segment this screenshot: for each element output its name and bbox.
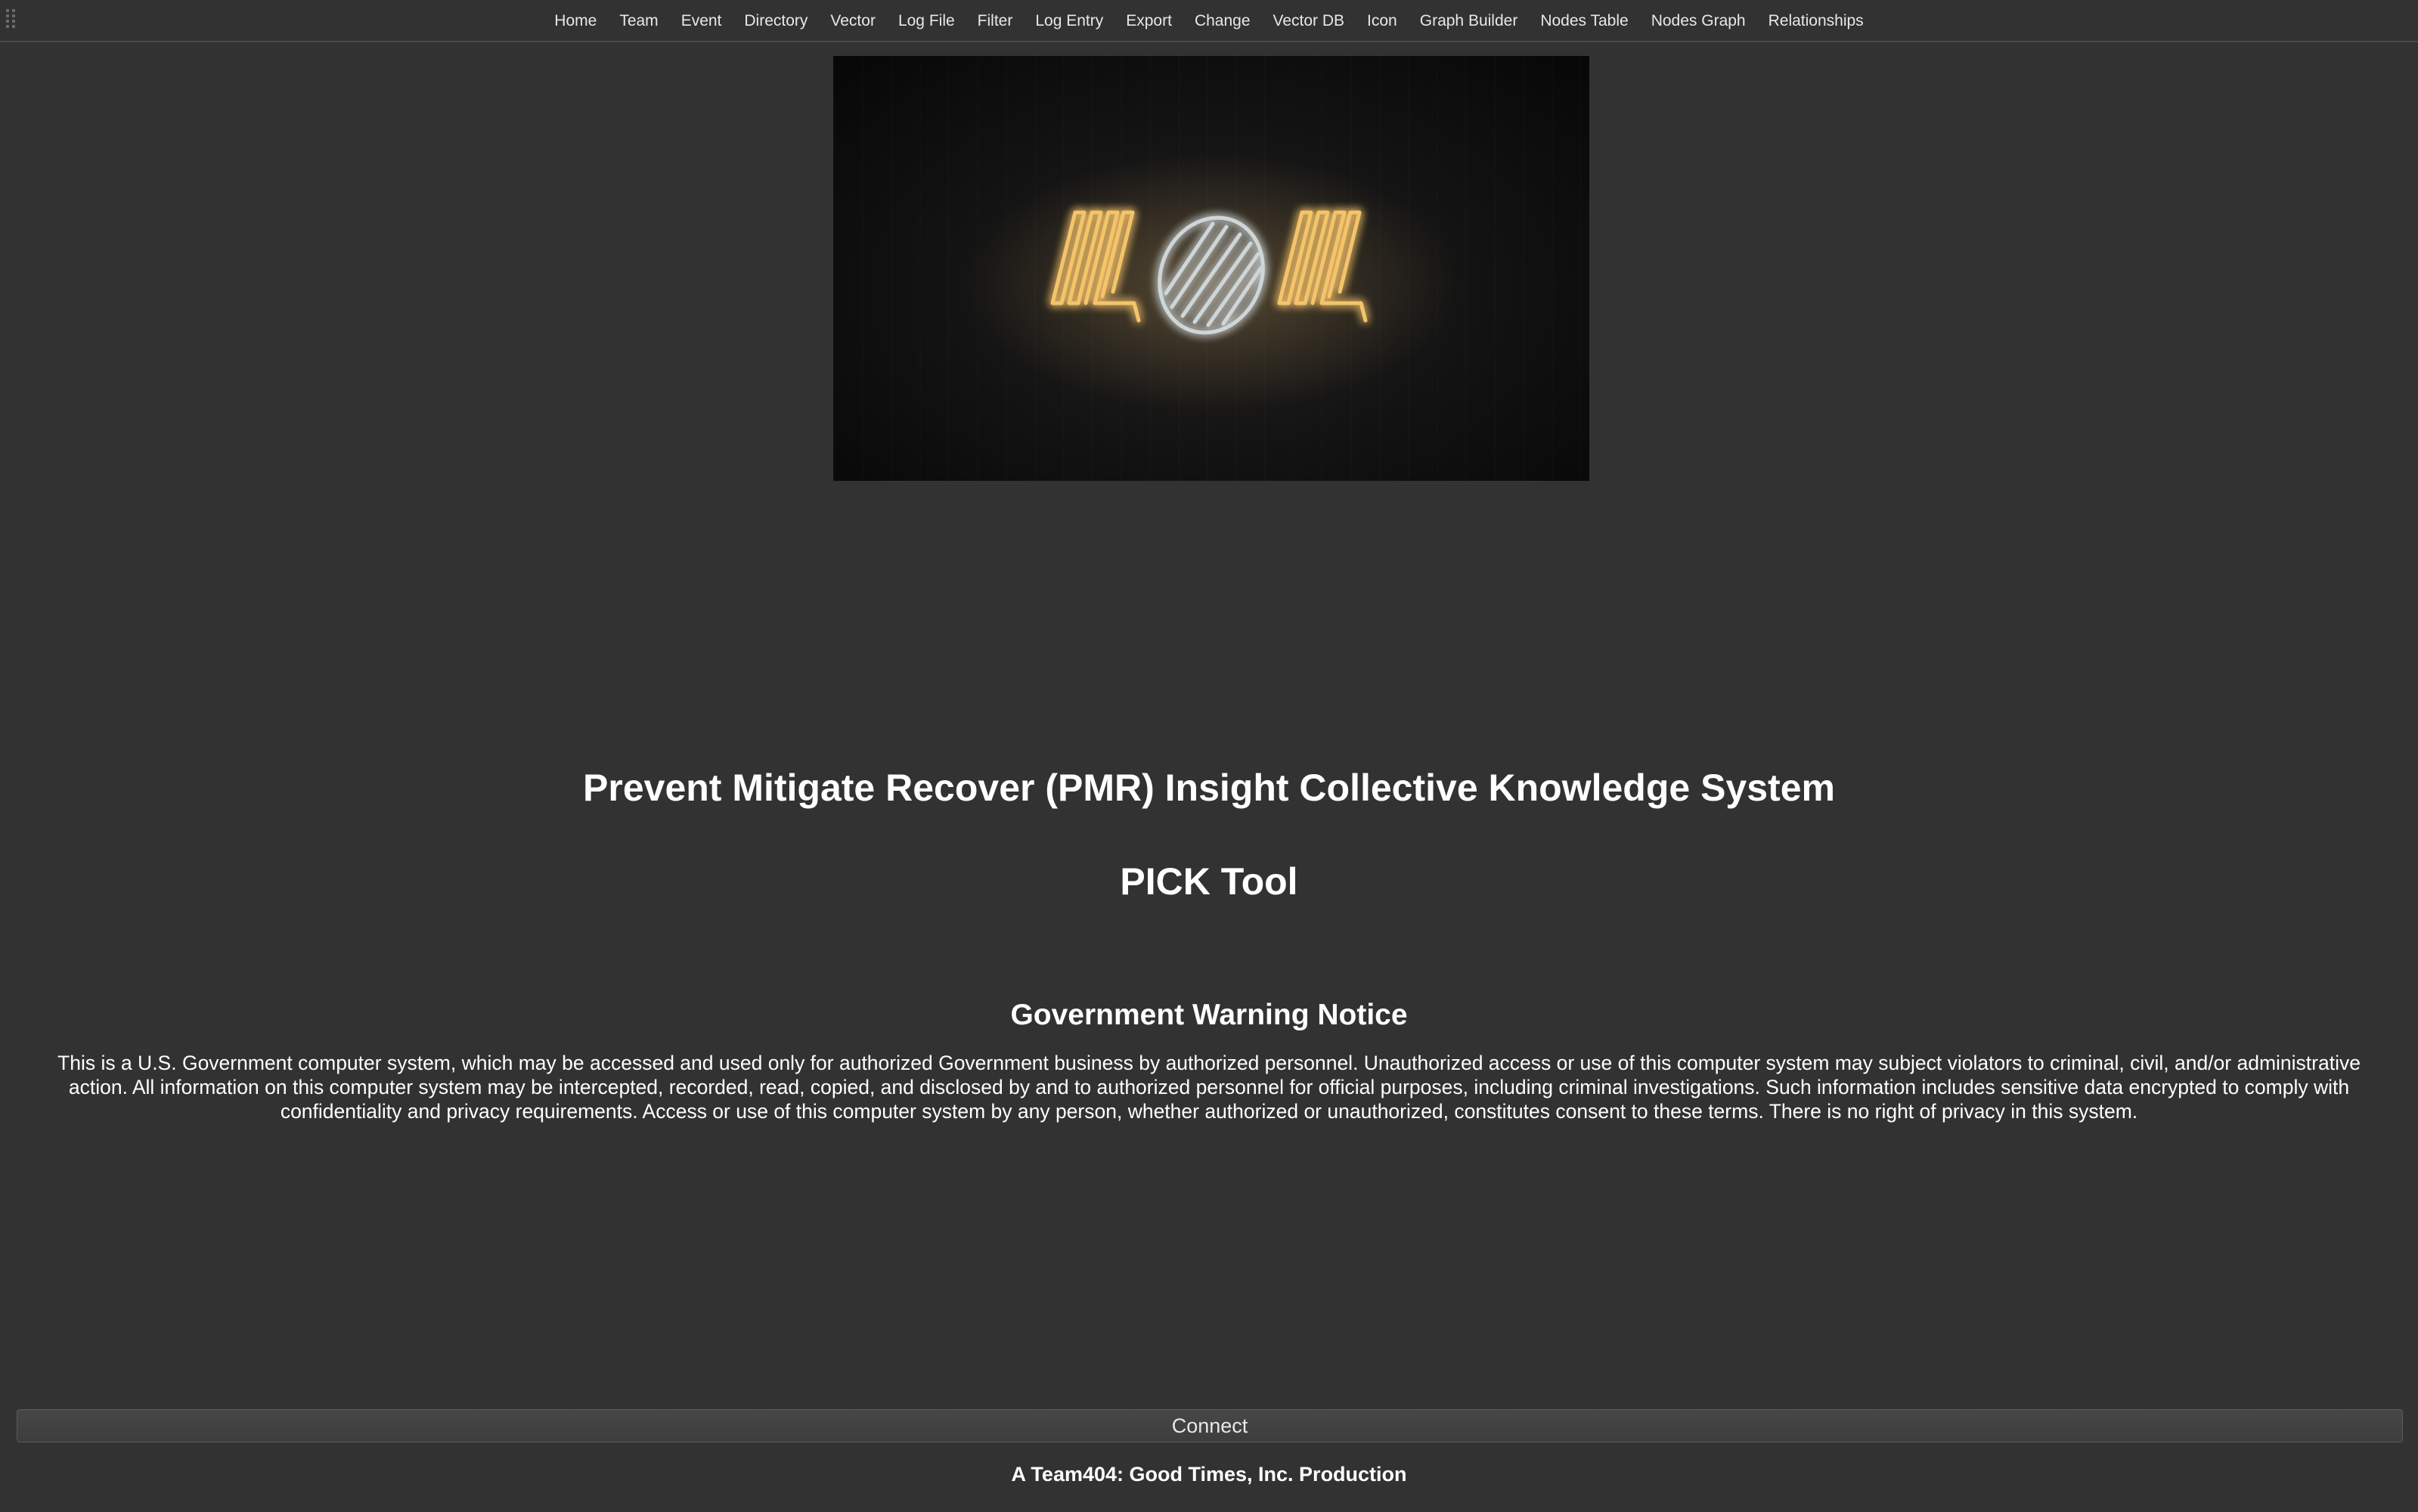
menu-item-vector-db[interactable]: Vector DB xyxy=(1262,0,1356,42)
menu-item-icon[interactable]: Icon xyxy=(1356,0,1409,42)
app-window: Home Team Event Directory Vector Log Fil… xyxy=(0,0,2418,1512)
menu-item-filter[interactable]: Filter xyxy=(966,0,1025,42)
warning-notice-title: Government Warning Notice xyxy=(1010,999,1408,1031)
top-toolbar: Home Team Event Directory Vector Log Fil… xyxy=(0,0,2418,42)
menu-item-directory[interactable]: Directory xyxy=(733,0,819,42)
menu-item-team[interactable]: Team xyxy=(608,0,669,42)
page-subtitle: PICK Tool xyxy=(1120,860,1298,903)
connect-button[interactable]: Connect xyxy=(17,1409,2403,1442)
warning-notice-text: This is a U.S. Government computer syste… xyxy=(57,1052,2361,1123)
neon-404-logo-icon xyxy=(962,154,1461,411)
menu-item-nodes-table[interactable]: Nodes Table xyxy=(1529,0,1639,42)
menu-item-event[interactable]: Event xyxy=(670,0,733,42)
menu-item-log-file[interactable]: Log File xyxy=(887,0,966,42)
toolbar-menu: Home Team Event Directory Vector Log Fil… xyxy=(0,0,2418,42)
hero-404-neon-image xyxy=(833,56,1589,481)
menu-item-home[interactable]: Home xyxy=(543,0,608,42)
menu-item-relationships[interactable]: Relationships xyxy=(1757,0,1875,42)
menu-item-nodes-graph[interactable]: Nodes Graph xyxy=(1640,0,1757,42)
menu-item-export[interactable]: Export xyxy=(1114,0,1183,42)
footer-credit: A Team404: Good Times, Inc. Production xyxy=(1011,1463,1407,1486)
menu-item-vector[interactable]: Vector xyxy=(819,0,887,42)
page-title: Prevent Mitigate Recover (PMR) Insight C… xyxy=(583,767,1835,809)
menu-item-graph-builder[interactable]: Graph Builder xyxy=(1409,0,1530,42)
menu-item-change[interactable]: Change xyxy=(1183,0,1262,42)
menu-item-log-entry[interactable]: Log Entry xyxy=(1024,0,1114,42)
